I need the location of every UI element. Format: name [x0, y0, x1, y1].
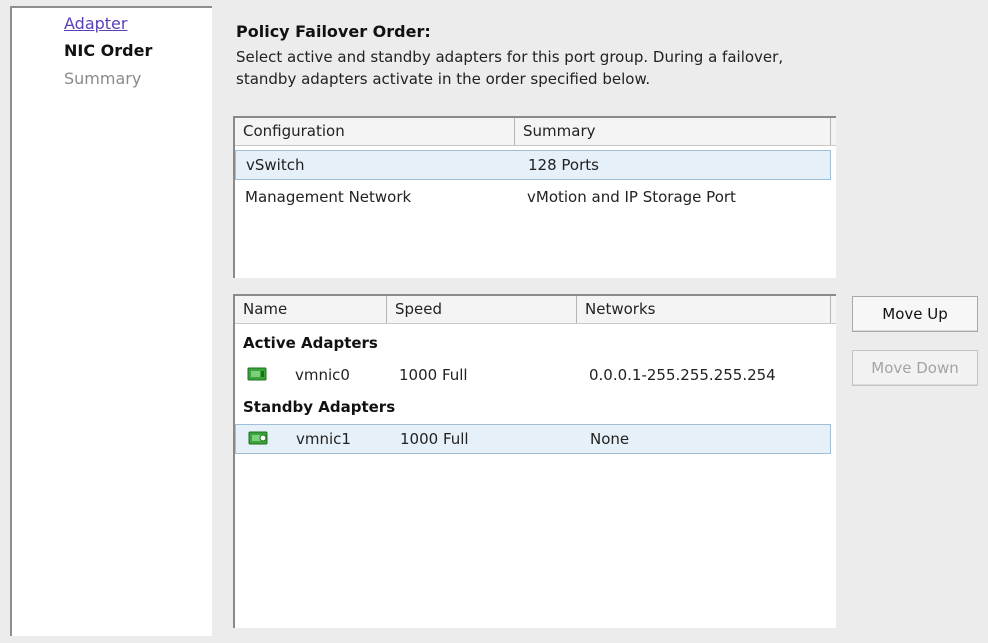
table-header: Name Speed Networks [235, 296, 836, 324]
nav-item-summary: Summary [64, 69, 142, 88]
adapter-name: vmnic0 [295, 366, 350, 384]
table-row[interactable]: vSwitch 128 Ports [235, 150, 831, 180]
adapter-networks: None [590, 430, 630, 448]
adapter-row-vmnic0[interactable]: vmnic0 1000 Full 0.0.0.1-255.255.255.254 [235, 360, 831, 390]
move-up-button[interactable]: Move Up [852, 296, 978, 332]
page-title: Policy Failover Order: [236, 22, 431, 41]
wizard-nav: Adapter NIC Order Summary [10, 6, 212, 636]
row-configuration: Management Network [245, 188, 412, 206]
network-adapter-icon [248, 431, 268, 445]
network-adapter-icon [247, 367, 267, 381]
adapter-name: vmnic1 [296, 430, 351, 448]
column-header-name[interactable]: Name [235, 296, 387, 323]
row-summary: vMotion and IP Storage Port [527, 188, 736, 206]
adapter-speed: 1000 Full [400, 430, 469, 448]
column-header-configuration[interactable]: Configuration [235, 118, 515, 145]
table-header: Configuration Summary [235, 118, 836, 146]
move-down-button[interactable]: Move Down [852, 350, 978, 386]
page-description: Select active and standby adapters for t… [236, 48, 784, 88]
column-header-networks[interactable]: Networks [577, 296, 831, 323]
row-configuration: vSwitch [246, 156, 305, 174]
adapter-networks: 0.0.0.1-255.255.255.254 [589, 366, 776, 384]
adapter-row-vmnic1[interactable]: vmnic1 1000 Full None [235, 424, 831, 454]
nav-item-nic-order: NIC Order [64, 41, 153, 60]
nav-item-adapter[interactable]: Adapter [64, 14, 127, 34]
configuration-table: Configuration Summary vSwitch 128 Ports … [233, 116, 836, 278]
column-header-speed[interactable]: Speed [387, 296, 577, 323]
table-row[interactable]: Management Network vMotion and IP Storag… [235, 182, 831, 212]
adapter-speed: 1000 Full [399, 366, 468, 384]
column-header-summary[interactable]: Summary [515, 118, 831, 145]
row-summary: 128 Ports [528, 156, 599, 174]
adapter-table: Name Speed Networks Active Adapters vmni… [233, 294, 836, 628]
standby-adapters-label: Standby Adapters [243, 398, 396, 416]
active-adapters-label: Active Adapters [243, 334, 378, 352]
